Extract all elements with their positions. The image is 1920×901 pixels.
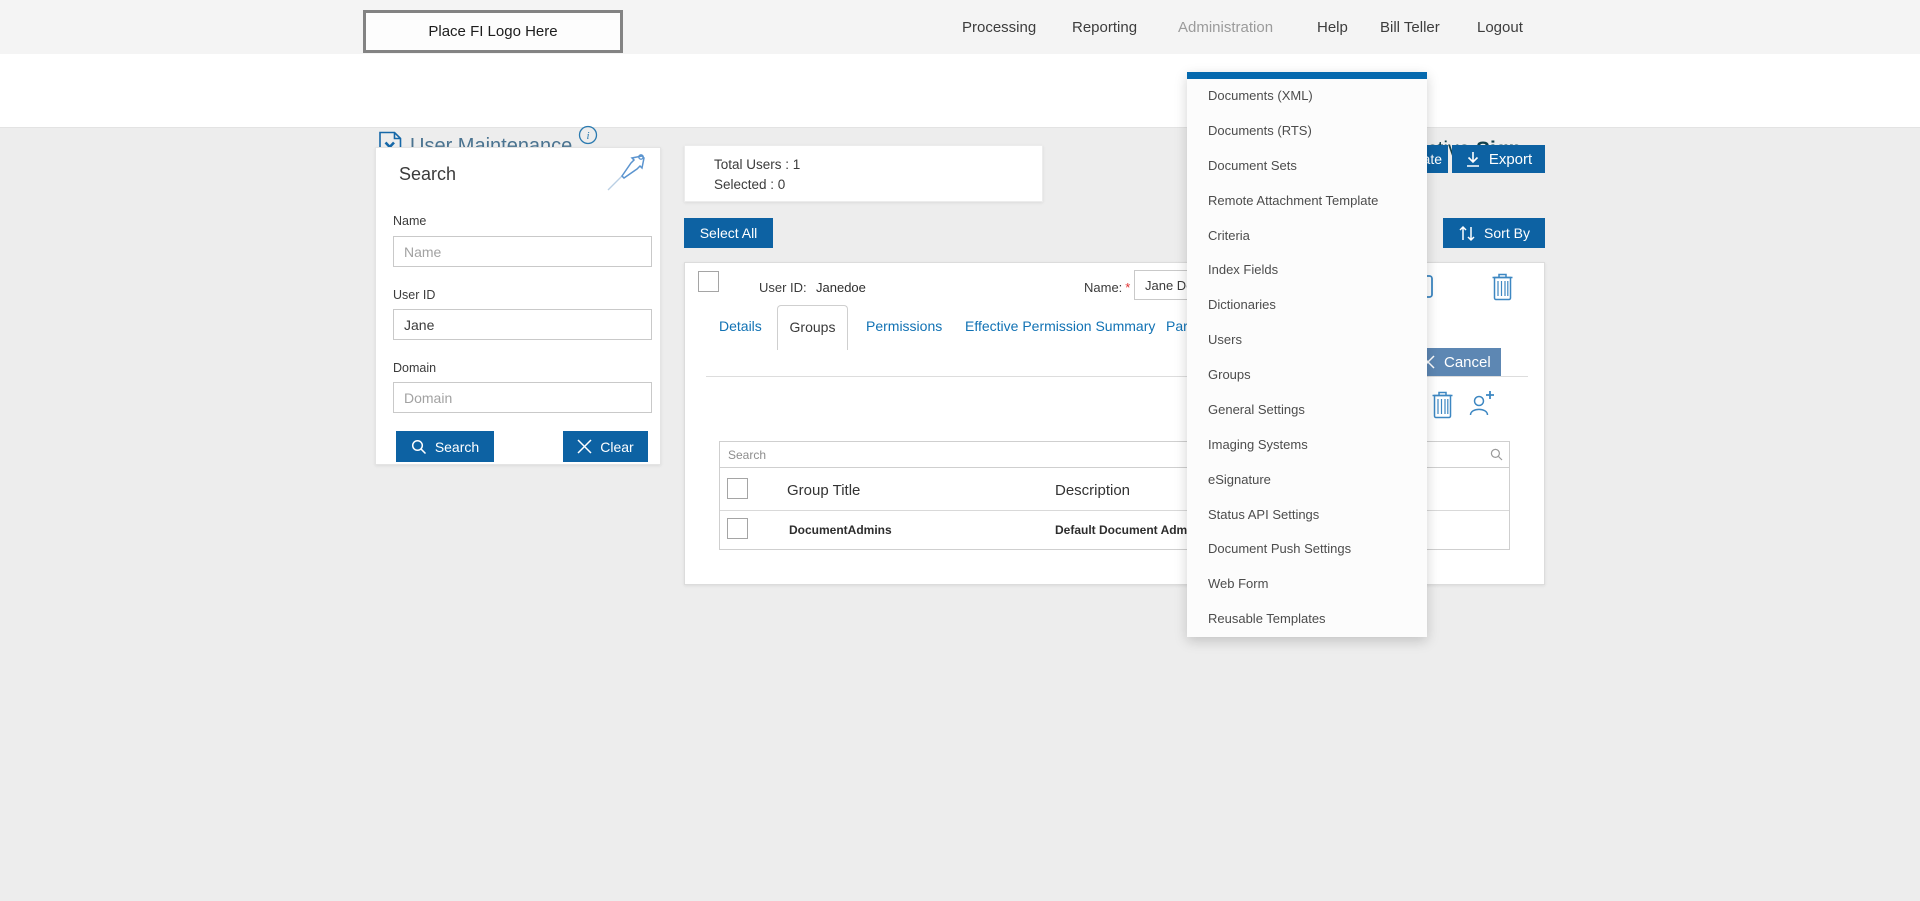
nav-reporting[interactable]: Reporting (1072, 19, 1137, 36)
user-id-value: Janedoe (816, 280, 866, 295)
name-field-label: Name:* (1084, 280, 1130, 295)
page-header: User Maintenance i ctive Sign (0, 54, 1920, 128)
search-button[interactable]: Search (396, 431, 494, 462)
userid-search-input[interactable] (393, 309, 652, 340)
sort-arrows-icon (1458, 225, 1476, 242)
tab-groups-label: Groups (790, 319, 836, 335)
download-icon (1465, 151, 1481, 168)
menu-item-groups[interactable]: Groups (1187, 358, 1427, 393)
menu-item-remote-attachment-template[interactable]: Remote Attachment Template (1187, 184, 1427, 219)
user-search-panel: Search Name User ID Domain Search Clear (375, 147, 661, 465)
selected-count: Selected : 0 (714, 177, 785, 192)
info-icon[interactable]: i (578, 125, 598, 145)
menu-item-criteria[interactable]: Criteria (1187, 219, 1427, 254)
add-user-to-group-icon[interactable] (1467, 389, 1496, 418)
sort-by-label: Sort By (1484, 225, 1530, 241)
menu-item-users[interactable]: Users (1187, 323, 1427, 358)
export-label: Export (1489, 151, 1532, 168)
menu-item-documents-rts[interactable]: Documents (RTS) (1187, 114, 1427, 149)
name-search-input[interactable] (393, 236, 652, 267)
userid-label: User ID (393, 288, 435, 302)
required-asterisk: * (1125, 280, 1130, 295)
select-all-button[interactable]: Select All (684, 218, 773, 248)
menu-item-documents-xml[interactable]: Documents (XML) (1187, 79, 1427, 114)
nav-help[interactable]: Help (1317, 19, 1348, 36)
menu-item-general-settings[interactable]: General Settings (1187, 393, 1427, 428)
name-label-text: Name: (1084, 280, 1122, 295)
menu-item-imaging-systems[interactable]: Imaging Systems (1187, 428, 1427, 463)
dropdown-panel: Documents (XML) Documents (RTS) Document… (1187, 79, 1427, 637)
column-group-title: Group Title (787, 482, 860, 499)
export-button[interactable]: Export (1452, 145, 1545, 173)
group-title-cell: DocumentAdmins (789, 523, 892, 537)
menu-item-status-api-settings[interactable]: Status API Settings (1187, 498, 1427, 533)
fi-logo-text: Place FI Logo Here (428, 23, 557, 40)
search-icon (411, 439, 427, 455)
menu-item-index-fields[interactable]: Index Fields (1187, 253, 1427, 288)
menu-item-web-form[interactable]: Web Form (1187, 567, 1427, 602)
summary-panel: Total Users : 1 Selected : 0 (684, 145, 1043, 202)
user-id-label: User ID: (759, 280, 807, 295)
app: Place FI Logo Here Processing Reporting … (0, 0, 1920, 901)
sort-by-button[interactable]: Sort By (1443, 218, 1545, 248)
fi-logo-placeholder: Place FI Logo Here (363, 10, 623, 53)
user-row-checkbox[interactable] (698, 271, 719, 292)
cancel-label: Cancel (1444, 354, 1491, 371)
clear-button[interactable]: Clear (563, 431, 648, 462)
domain-label: Domain (393, 361, 436, 375)
select-all-groups-checkbox[interactable] (727, 478, 748, 499)
select-all-label: Select All (700, 225, 758, 241)
total-users-count: Total Users : 1 (714, 157, 800, 172)
menu-item-reusable-templates[interactable]: Reusable Templates (1187, 602, 1427, 637)
dropdown-accent-bar (1187, 72, 1427, 79)
pin-icon[interactable] (604, 150, 650, 194)
delete-user-icon[interactable] (1491, 273, 1514, 301)
search-icon (1490, 448, 1503, 461)
nav-logout[interactable]: Logout (1477, 19, 1523, 36)
menu-item-document-push-settings[interactable]: Document Push Settings (1187, 532, 1427, 567)
tab-groups[interactable]: Groups (777, 305, 848, 350)
domain-search-input[interactable] (393, 382, 652, 413)
nav-processing[interactable]: Processing (962, 19, 1036, 36)
menu-item-document-sets[interactable]: Document Sets (1187, 149, 1427, 184)
nav-administration[interactable]: Administration (1178, 19, 1273, 36)
menu-item-esignature[interactable]: eSignature (1187, 463, 1427, 498)
tab-effective-permission-summary[interactable]: Effective Permission Summary (965, 318, 1155, 334)
administration-dropdown-menu: Documents (XML) Documents (RTS) Document… (1187, 72, 1427, 637)
menu-item-dictionaries[interactable]: Dictionaries (1187, 288, 1427, 323)
delete-group-icon[interactable] (1431, 391, 1454, 419)
clear-button-label: Clear (600, 439, 633, 455)
top-bar: Place FI Logo Here Processing Reporting … (0, 0, 1920, 54)
tab-permissions[interactable]: Permissions (866, 318, 942, 334)
name-label: Name (393, 214, 426, 228)
search-panel-title: Search (399, 164, 456, 185)
x-icon (577, 439, 592, 454)
tab-details[interactable]: Details (719, 318, 762, 334)
nav-user-bill-teller[interactable]: Bill Teller (1380, 19, 1440, 36)
search-button-label: Search (435, 439, 479, 455)
column-description: Description (1055, 482, 1130, 499)
group-row-checkbox[interactable] (727, 518, 748, 539)
svg-text:i: i (586, 130, 589, 142)
